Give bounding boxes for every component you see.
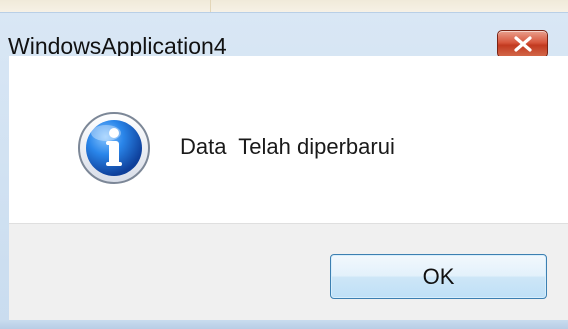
ok-button[interactable]: OK	[330, 254, 547, 299]
close-button[interactable]	[497, 30, 548, 58]
information-icon	[78, 112, 150, 184]
message-text: Data Telah diperbarui	[180, 134, 395, 159]
background-strip	[0, 0, 568, 12]
close-icon	[513, 36, 532, 52]
message-box-window: WindowsApplication4 Data Telah diperbaru…	[0, 0, 568, 329]
ok-button-label: OK	[422, 263, 455, 289]
background-divider	[210, 0, 211, 12]
window-bottom-border	[0, 320, 568, 329]
title-bar[interactable]: WindowsApplication4	[0, 12, 568, 59]
